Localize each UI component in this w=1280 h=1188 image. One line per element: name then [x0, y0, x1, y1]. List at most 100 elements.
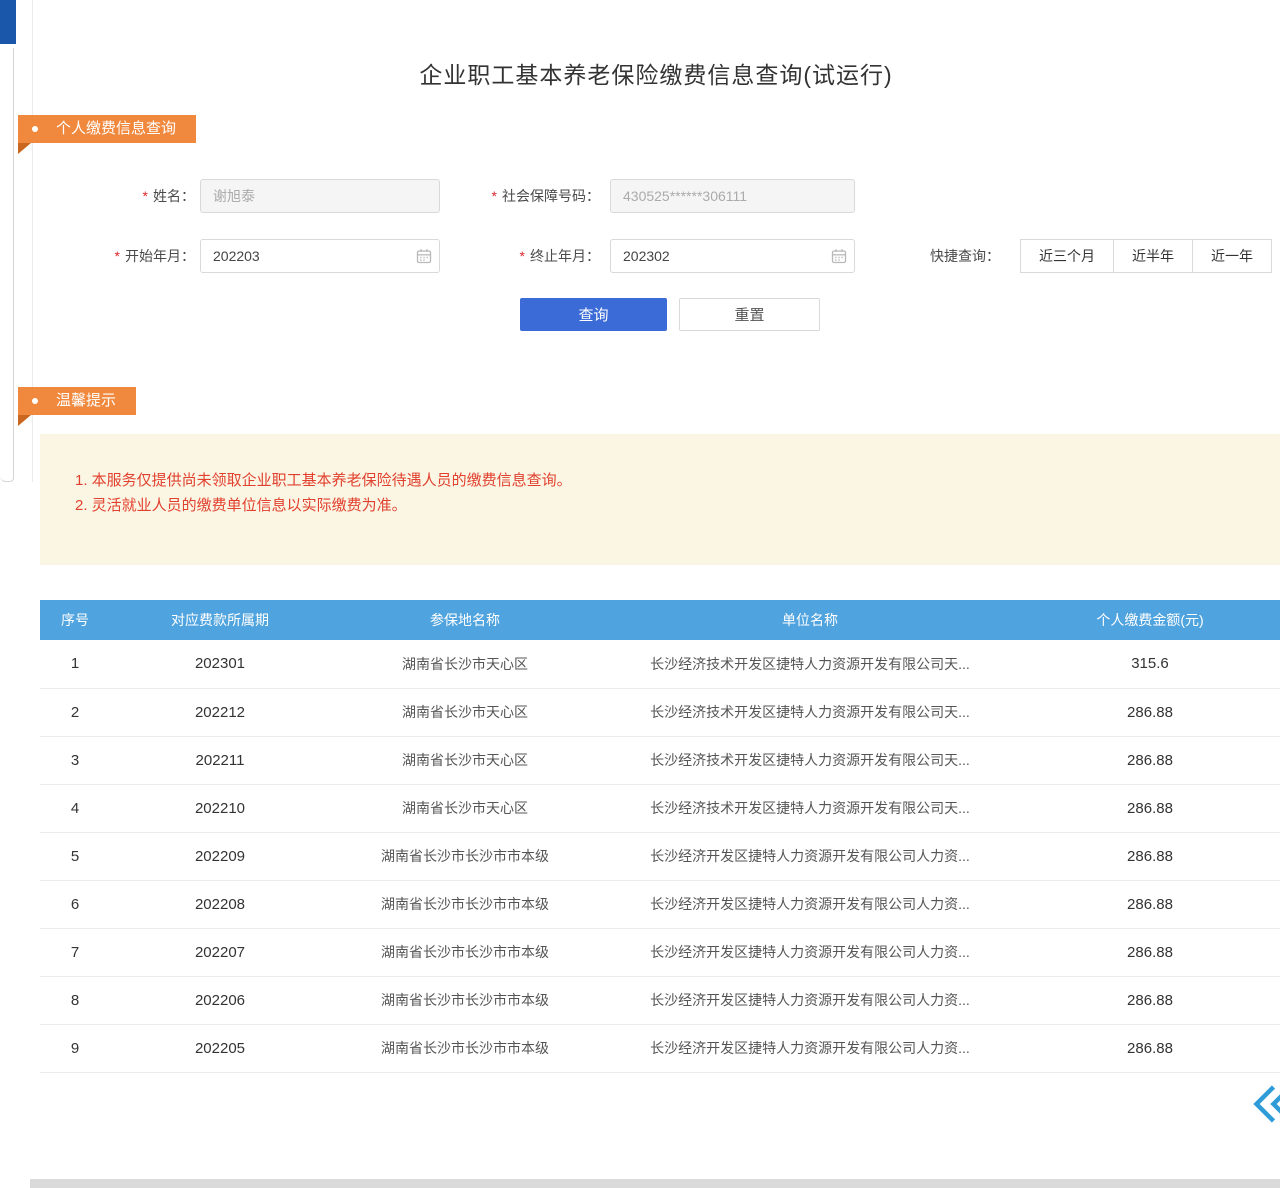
- tip-line: 2. 灵活就业人员的缴费单位信息以实际缴费为准。: [75, 493, 1260, 518]
- section-header-personal-payment-query: 个人缴费信息查询: [18, 115, 196, 143]
- quick-option-1[interactable]: 近半年: [1113, 239, 1193, 273]
- table-body: 1202301湖南省长沙市天心区长沙经济技术开发区捷特人力资源开发有限公司天..…: [40, 640, 1280, 1072]
- name-label: *姓名：: [60, 179, 195, 213]
- table-cell: 202211: [110, 736, 330, 784]
- table-cell: 湖南省长沙市长沙市市本级: [330, 928, 600, 976]
- table-row: 2202212湖南省长沙市天心区长沙经济技术开发区捷特人力资源开发有限公司天..…: [40, 688, 1280, 736]
- table-row: 8202206湖南省长沙市长沙市市本级长沙经济开发区捷特人力资源开发有限公司人力…: [40, 976, 1280, 1024]
- section-label: 温馨提示: [56, 387, 116, 415]
- table-cell: 4: [40, 784, 110, 832]
- table-cell: 9: [40, 1024, 110, 1072]
- query-button[interactable]: 查询: [520, 298, 667, 331]
- left-panel-fragment: [0, 48, 14, 482]
- table-cell: 202205: [110, 1024, 330, 1072]
- table-row: 1202301湖南省长沙市天心区长沙经济技术开发区捷特人力资源开发有限公司天..…: [40, 640, 1280, 688]
- name-input[interactable]: [200, 179, 440, 213]
- table-cell: 湖南省长沙市天心区: [330, 784, 600, 832]
- required-asterisk: *: [520, 248, 525, 264]
- table-cell: 286.88: [1020, 784, 1280, 832]
- page-title: 企业职工基本养老保险缴费信息查询(试运行): [32, 56, 1280, 90]
- end-month-label: *终止年月：: [470, 239, 600, 273]
- table-header: 序号对应费款所属期参保地名称单位名称个人缴费金额(元): [40, 600, 1280, 640]
- bullet-dot-icon: [32, 126, 38, 132]
- table-cell: 长沙经济开发区捷特人力资源开发有限公司人力资...: [600, 880, 1020, 928]
- table-row: 5202209湖南省长沙市长沙市市本级长沙经济开发区捷特人力资源开发有限公司人力…: [40, 832, 1280, 880]
- column-header: 序号: [40, 600, 110, 640]
- table-cell: 1: [40, 640, 110, 688]
- table-cell: 202210: [110, 784, 330, 832]
- results-table: 序号对应费款所属期参保地名称单位名称个人缴费金额(元) 1202301湖南省长沙…: [40, 600, 1280, 1073]
- reset-button[interactable]: 重置: [679, 298, 820, 331]
- tips-notice-box: 1. 本服务仅提供尚未领取企业职工基本养老保险待遇人员的缴费信息查询。2. 灵活…: [40, 434, 1280, 565]
- name-input-wrap: [200, 179, 440, 213]
- column-header: 单位名称: [600, 600, 1020, 640]
- table-cell: 3: [40, 736, 110, 784]
- left-corner-fragment: [0, 0, 16, 44]
- table-cell: 长沙经济开发区捷特人力资源开发有限公司人力资...: [600, 1024, 1020, 1072]
- start-month-input-wrap: [200, 239, 440, 273]
- table-cell: 长沙经济技术开发区捷特人力资源开发有限公司天...: [600, 688, 1020, 736]
- table-row: 3202211湖南省长沙市天心区长沙经济技术开发区捷特人力资源开发有限公司天..…: [40, 736, 1280, 784]
- pension-query-page: { "title": "企业职工基本养老保险缴费信息查询(试运行)", "sec…: [0, 0, 1280, 1188]
- table-row: 7202207湖南省长沙市长沙市市本级长沙经济开发区捷特人力资源开发有限公司人力…: [40, 928, 1280, 976]
- start-month-input[interactable]: [200, 239, 440, 273]
- table-cell: 长沙经济开发区捷特人力资源开发有限公司人力资...: [600, 928, 1020, 976]
- table-cell: 286.88: [1020, 1024, 1280, 1072]
- ssn-input-wrap: [610, 179, 855, 213]
- table-cell: 202207: [110, 928, 330, 976]
- quick-option-2[interactable]: 近一年: [1192, 239, 1272, 273]
- column-header: 个人缴费金额(元): [1020, 600, 1280, 640]
- table-cell: 286.88: [1020, 880, 1280, 928]
- table-cell: 286.88: [1020, 976, 1280, 1024]
- table-cell: 湖南省长沙市长沙市市本级: [330, 880, 600, 928]
- column-header: 对应费款所属期: [110, 600, 330, 640]
- ribbon-fold-decoration: [18, 415, 31, 426]
- table-cell: 202212: [110, 688, 330, 736]
- required-asterisk: *: [492, 188, 497, 204]
- bullet-dot-icon: [32, 398, 38, 404]
- quick-option-0[interactable]: 近三个月: [1020, 239, 1114, 273]
- table-cell: 202208: [110, 880, 330, 928]
- start-month-label: *开始年月：: [60, 239, 195, 273]
- end-month-input[interactable]: [610, 239, 855, 273]
- table-cell: 湖南省长沙市长沙市市本级: [330, 832, 600, 880]
- table-cell: 286.88: [1020, 688, 1280, 736]
- table-cell: 286.88: [1020, 832, 1280, 880]
- required-asterisk: *: [143, 188, 148, 204]
- table-cell: 8: [40, 976, 110, 1024]
- table-cell: 286.88: [1020, 928, 1280, 976]
- section-label: 个人缴费信息查询: [56, 115, 176, 143]
- table-cell: 湖南省长沙市天心区: [330, 640, 600, 688]
- table-cell: 湖南省长沙市天心区: [330, 736, 600, 784]
- tip-line: 1. 本服务仅提供尚未领取企业职工基本养老保险待遇人员的缴费信息查询。: [75, 468, 1260, 493]
- required-asterisk: *: [115, 248, 120, 264]
- ssn-input[interactable]: [610, 179, 855, 213]
- table-cell: 6: [40, 880, 110, 928]
- table-cell: 长沙经济技术开发区捷特人力资源开发有限公司天...: [600, 640, 1020, 688]
- table-cell: 湖南省长沙市长沙市市本级: [330, 976, 600, 1024]
- table-cell: 长沙经济技术开发区捷特人力资源开发有限公司天...: [600, 784, 1020, 832]
- table-cell: 7: [40, 928, 110, 976]
- column-header: 参保地名称: [330, 600, 600, 640]
- table-row: 6202208湖南省长沙市长沙市市本级长沙经济开发区捷特人力资源开发有限公司人力…: [40, 880, 1280, 928]
- table-cell: 286.88: [1020, 736, 1280, 784]
- ssn-label: *社会保障号码：: [455, 179, 600, 213]
- table-cell: 长沙经济开发区捷特人力资源开发有限公司人力资...: [600, 832, 1020, 880]
- table-cell: 5: [40, 832, 110, 880]
- end-month-input-wrap: [610, 239, 855, 273]
- table-cell: 315.6: [1020, 640, 1280, 688]
- bottom-edge-strip: [30, 1179, 1280, 1188]
- quick-query-label: 快捷查询：: [930, 239, 1000, 273]
- table-cell: 202209: [110, 832, 330, 880]
- table-cell: 长沙经济开发区捷特人力资源开发有限公司人力资...: [600, 976, 1020, 1024]
- table-row: 9202205湖南省长沙市长沙市市本级长沙经济开发区捷特人力资源开发有限公司人力…: [40, 1024, 1280, 1072]
- ribbon-fold-decoration: [18, 143, 31, 154]
- table-cell: 2: [40, 688, 110, 736]
- section-header-tips: 温馨提示: [18, 387, 136, 415]
- table-cell: 202301: [110, 640, 330, 688]
- table-cell: 湖南省长沙市天心区: [330, 688, 600, 736]
- table-cell: 长沙经济技术开发区捷特人力资源开发有限公司天...: [600, 736, 1020, 784]
- table-cell: 202206: [110, 976, 330, 1024]
- table-row: 4202210湖南省长沙市天心区长沙经济技术开发区捷特人力资源开发有限公司天..…: [40, 784, 1280, 832]
- double-chevron-left-icon[interactable]: [1252, 1083, 1280, 1125]
